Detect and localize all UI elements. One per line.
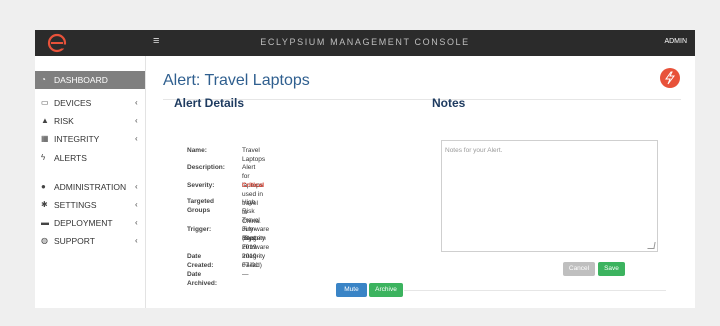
targeted-groups-label: Groups bbox=[187, 207, 211, 214]
targeted-groups-label: Targeted bbox=[187, 198, 214, 205]
warning-icon: ▲ bbox=[41, 116, 49, 125]
sidebar-item-label: ADMINISTRATION bbox=[54, 182, 127, 192]
tachometer-icon: ◔ bbox=[41, 75, 46, 84]
sidebar-item-label: DEVICES bbox=[54, 98, 92, 108]
alert-severity-badge bbox=[660, 68, 680, 88]
date-archived-value: — bbox=[242, 271, 249, 278]
sidebar-item-dashboard[interactable]: ◔ DASHBOARD bbox=[35, 71, 145, 89]
briefcase-icon: ▬ bbox=[41, 218, 49, 227]
alert-details-heading: Alert Details bbox=[174, 96, 245, 110]
date-archived-label: Date Archived: bbox=[187, 271, 217, 287]
sidebar-item-administration[interactable]: ● ADMINISTRATION ‹ bbox=[35, 182, 145, 195]
sidebar-item-devices[interactable]: ▭ DEVICES ‹ bbox=[35, 98, 145, 111]
sidebar-item-label: DEPLOYMENT bbox=[54, 218, 113, 228]
severity-label: Severity: bbox=[187, 182, 215, 189]
trigger-label: Trigger: bbox=[187, 226, 212, 233]
sidebar-item-integrity[interactable]: ▦ INTEGRITY ‹ bbox=[35, 134, 145, 147]
notes-placeholder: Notes for your Alert. bbox=[445, 147, 503, 154]
lifebuoy-icon: ◍ bbox=[41, 236, 48, 245]
sidebar-item-alerts[interactable]: ϟ ALERTS bbox=[35, 153, 145, 166]
chevron-left-icon: ‹ bbox=[135, 200, 138, 209]
sidebar-item-label: DASHBOARD bbox=[54, 75, 108, 85]
chevron-left-icon: ‹ bbox=[135, 98, 138, 107]
sidebar-item-settings[interactable]: ✱ SETTINGS ‹ bbox=[35, 200, 145, 213]
bolt-icon: ϟ bbox=[41, 153, 46, 162]
grid-icon: ▦ bbox=[41, 134, 49, 143]
chevron-left-icon: ‹ bbox=[135, 218, 138, 227]
user-icon: ● bbox=[41, 182, 46, 191]
cancel-button[interactable]: Cancel bbox=[563, 262, 595, 276]
sidebar: ◔ DASHBOARD ▭ DEVICES ‹ ▲ RISK ‹ ▦ INTEG… bbox=[35, 56, 146, 308]
chevron-left-icon: ‹ bbox=[135, 182, 138, 191]
archive-button[interactable]: Archive bbox=[369, 283, 403, 297]
name-value: Travel Laptops bbox=[242, 147, 266, 163]
resize-handle-icon[interactable] bbox=[647, 242, 656, 249]
chevron-left-icon: ‹ bbox=[135, 116, 138, 125]
date-created-label: Date Created: bbox=[187, 253, 214, 269]
name-label: Name: bbox=[187, 147, 207, 154]
chevron-left-icon: ‹ bbox=[135, 134, 138, 143]
divider bbox=[404, 290, 666, 291]
top-bar: ≡ ECLYPSIUM MANAGEMENT CONSOLE ADMIN bbox=[35, 30, 695, 56]
gear-icon: ✱ bbox=[41, 200, 48, 209]
mute-button[interactable]: Mute bbox=[336, 283, 367, 297]
sidebar-item-label: SETTINGS bbox=[54, 200, 97, 210]
sidebar-item-support[interactable]: ◍ SUPPORT ‹ bbox=[35, 236, 145, 249]
notes-textarea[interactable]: Notes for your Alert. bbox=[441, 140, 658, 252]
sidebar-item-label: SUPPORT bbox=[54, 236, 95, 246]
notes-heading: Notes bbox=[432, 96, 466, 110]
sidebar-item-label: INTEGRITY bbox=[54, 134, 100, 144]
date-created-value: 2019-07-01 bbox=[242, 253, 259, 269]
bolt-icon bbox=[665, 71, 675, 85]
user-menu[interactable]: ADMIN bbox=[664, 38, 687, 45]
sidebar-item-label: ALERTS bbox=[54, 153, 87, 163]
chevron-left-icon: ‹ bbox=[135, 236, 138, 245]
sidebar-item-deployment[interactable]: ▬ DEPLOYMENT ‹ bbox=[35, 218, 145, 231]
description-label: Description: bbox=[187, 164, 225, 171]
severity-value: Critical bbox=[242, 182, 265, 189]
monitor-icon: ▭ bbox=[41, 98, 49, 107]
save-button[interactable]: Save bbox=[598, 262, 625, 276]
sidebar-item-risk[interactable]: ▲ RISK ‹ bbox=[35, 116, 145, 129]
sidebar-item-label: RISK bbox=[54, 116, 74, 126]
page-title: Alert: Travel Laptops bbox=[163, 72, 310, 89]
console-title: ECLYPSIUM MANAGEMENT CONSOLE bbox=[260, 37, 470, 47]
